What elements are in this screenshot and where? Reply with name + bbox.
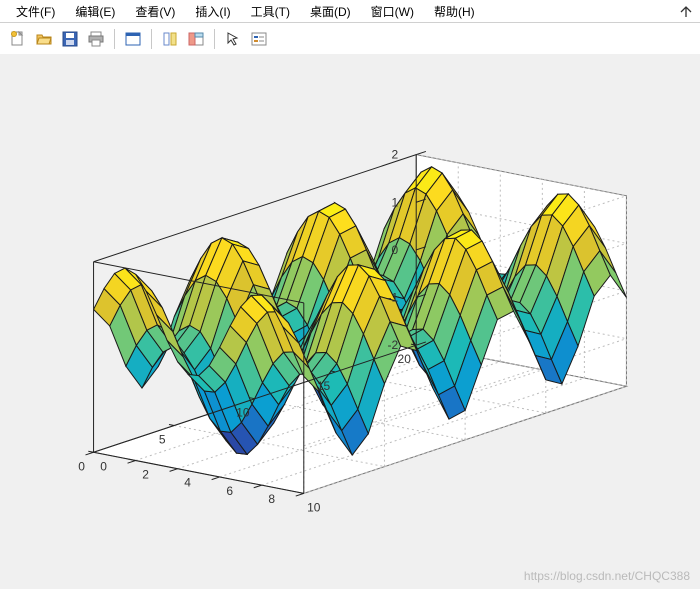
toolbar-separator xyxy=(151,29,152,49)
menu-tools[interactable]: 工具(T) xyxy=(241,1,300,22)
menu-edit[interactable]: 编辑(E) xyxy=(65,1,125,22)
layout-icon[interactable] xyxy=(121,27,145,51)
linked-plot-icon[interactable] xyxy=(184,27,208,51)
y-tick-label: 15 xyxy=(317,379,331,393)
toolbar-separator xyxy=(214,29,215,49)
y-tick-label: 20 xyxy=(398,352,412,366)
z-tick-label: -1 xyxy=(388,291,399,305)
menu-view[interactable]: 查看(V) xyxy=(125,1,185,22)
save-icon[interactable] xyxy=(58,27,82,51)
z-tick-label: 0 xyxy=(392,243,399,257)
x-tick-label: 6 xyxy=(226,484,233,498)
x-tick-label: 10 xyxy=(307,500,321,514)
legend-icon[interactable] xyxy=(247,27,271,51)
toolbar-separator xyxy=(114,29,115,49)
x-tick-label: 2 xyxy=(142,467,149,481)
menu-file[interactable]: 文件(F) xyxy=(6,1,65,22)
z-tick-label: -2 xyxy=(388,338,399,352)
print-icon[interactable] xyxy=(84,27,108,51)
axes-3d[interactable]: -2-1012024681005101520 xyxy=(0,54,700,589)
y-tick-label: 10 xyxy=(236,406,250,420)
x-tick-label: 0 xyxy=(100,459,107,473)
y-tick-label: 0 xyxy=(78,459,85,473)
z-tick-label: 2 xyxy=(392,148,399,162)
open-icon[interactable] xyxy=(32,27,56,51)
new-figure-icon[interactable] xyxy=(6,27,30,51)
figure-area: -2-1012024681005101520 https://blog.csdn… xyxy=(0,54,700,589)
menu-window[interactable]: 窗口(W) xyxy=(361,1,424,22)
data-cursor-icon[interactable] xyxy=(158,27,182,51)
y-tick-label: 5 xyxy=(159,432,166,446)
menu-bar: 文件(F) 编辑(E) 查看(V) 插入(I) 工具(T) 桌面(D) 窗口(W… xyxy=(0,0,700,23)
menu-desktop[interactable]: 桌面(D) xyxy=(300,1,361,22)
toolbar xyxy=(0,23,700,56)
menu-insert[interactable]: 插入(I) xyxy=(185,1,240,22)
x-tick-label: 8 xyxy=(268,492,275,506)
x-tick-label: 4 xyxy=(184,476,191,490)
dock-icon[interactable] xyxy=(678,3,694,19)
pointer-icon[interactable] xyxy=(221,27,245,51)
menu-help[interactable]: 帮助(H) xyxy=(424,1,485,22)
z-tick-label: 1 xyxy=(392,195,399,209)
